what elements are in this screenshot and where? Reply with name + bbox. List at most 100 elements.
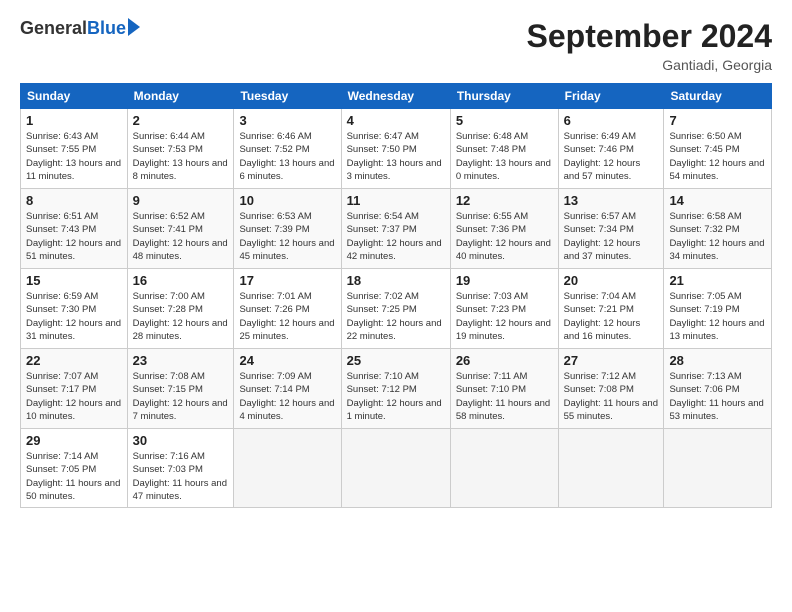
header: General Blue September 2024 Gantiadi, Ge… — [20, 18, 772, 73]
list-item: 8 Sunrise: 6:51 AM Sunset: 7:43 PM Dayli… — [21, 189, 128, 269]
sunset: Sunset: 7:15 PM — [133, 384, 203, 395]
sunrise: Sunrise: 6:51 AM — [26, 211, 98, 222]
day-info: Sunrise: 7:16 AM Sunset: 7:03 PM Dayligh… — [133, 450, 229, 503]
day-info: Sunrise: 6:51 AM Sunset: 7:43 PM Dayligh… — [26, 210, 122, 263]
sunrise: Sunrise: 7:11 AM — [456, 371, 528, 382]
list-item: 28 Sunrise: 7:13 AM Sunset: 7:06 PM Dayl… — [664, 349, 772, 429]
sunrise: Sunrise: 7:07 AM — [26, 371, 98, 382]
daylight: Daylight: 12 hours and 54 minutes. — [669, 158, 764, 182]
logo-arrow-icon — [128, 18, 140, 36]
list-item: 22 Sunrise: 7:07 AM Sunset: 7:17 PM Dayl… — [21, 349, 128, 429]
table-row: 29 Sunrise: 7:14 AM Sunset: 7:05 PM Dayl… — [21, 429, 772, 508]
calendar-table: Sunday Monday Tuesday Wednesday Thursday… — [20, 83, 772, 508]
day-number: 9 — [133, 193, 229, 208]
daylight: Daylight: 11 hours and 55 minutes. — [564, 398, 658, 422]
sunrise: Sunrise: 6:46 AM — [239, 131, 311, 142]
day-info: Sunrise: 7:03 AM Sunset: 7:23 PM Dayligh… — [456, 290, 553, 343]
sunrise: Sunrise: 7:02 AM — [347, 291, 419, 302]
col-friday: Friday — [558, 84, 664, 109]
day-info: Sunrise: 7:09 AM Sunset: 7:14 PM Dayligh… — [239, 370, 335, 423]
day-number: 29 — [26, 433, 122, 448]
col-saturday: Saturday — [664, 84, 772, 109]
logo: General Blue — [20, 18, 140, 39]
day-number: 8 — [26, 193, 122, 208]
list-item: 1 Sunrise: 6:43 AM Sunset: 7:55 PM Dayli… — [21, 109, 128, 189]
day-number: 25 — [347, 353, 445, 368]
sunset: Sunset: 7:28 PM — [133, 304, 203, 315]
day-info: Sunrise: 6:53 AM Sunset: 7:39 PM Dayligh… — [239, 210, 335, 263]
daylight: Daylight: 13 hours and 3 minutes. — [347, 158, 442, 182]
day-number: 2 — [133, 113, 229, 128]
sunset: Sunset: 7:12 PM — [347, 384, 417, 395]
sunset: Sunset: 7:26 PM — [239, 304, 309, 315]
daylight: Daylight: 12 hours and 10 minutes. — [26, 398, 121, 422]
daylight: Daylight: 11 hours and 50 minutes. — [26, 478, 120, 502]
sunrise: Sunrise: 7:14 AM — [26, 451, 98, 462]
day-info: Sunrise: 6:47 AM Sunset: 7:50 PM Dayligh… — [347, 130, 445, 183]
list-item: 21 Sunrise: 7:05 AM Sunset: 7:19 PM Dayl… — [664, 269, 772, 349]
sunrise: Sunrise: 7:00 AM — [133, 291, 205, 302]
day-info: Sunrise: 7:08 AM Sunset: 7:15 PM Dayligh… — [133, 370, 229, 423]
sunrise: Sunrise: 6:55 AM — [456, 211, 528, 222]
calendar-page: General Blue September 2024 Gantiadi, Ge… — [0, 0, 792, 612]
table-row: 22 Sunrise: 7:07 AM Sunset: 7:17 PM Dayl… — [21, 349, 772, 429]
list-item: 3 Sunrise: 6:46 AM Sunset: 7:52 PM Dayli… — [234, 109, 341, 189]
sunrise: Sunrise: 7:16 AM — [133, 451, 205, 462]
day-number: 23 — [133, 353, 229, 368]
sunset: Sunset: 7:21 PM — [564, 304, 634, 315]
day-number: 1 — [26, 113, 122, 128]
day-info: Sunrise: 6:50 AM Sunset: 7:45 PM Dayligh… — [669, 130, 766, 183]
list-item: 29 Sunrise: 7:14 AM Sunset: 7:05 PM Dayl… — [21, 429, 128, 508]
month-title: September 2024 — [527, 18, 772, 55]
day-info: Sunrise: 7:05 AM Sunset: 7:19 PM Dayligh… — [669, 290, 766, 343]
list-item: 20 Sunrise: 7:04 AM Sunset: 7:21 PM Dayl… — [558, 269, 664, 349]
daylight: Daylight: 12 hours and 4 minutes. — [239, 398, 334, 422]
day-info: Sunrise: 6:59 AM Sunset: 7:30 PM Dayligh… — [26, 290, 122, 343]
list-item: 24 Sunrise: 7:09 AM Sunset: 7:14 PM Dayl… — [234, 349, 341, 429]
sunrise: Sunrise: 7:08 AM — [133, 371, 205, 382]
day-info: Sunrise: 7:04 AM Sunset: 7:21 PM Dayligh… — [564, 290, 659, 343]
sunset: Sunset: 7:39 PM — [239, 224, 309, 235]
sunset: Sunset: 7:45 PM — [669, 144, 739, 155]
day-info: Sunrise: 6:43 AM Sunset: 7:55 PM Dayligh… — [26, 130, 122, 183]
list-item: 23 Sunrise: 7:08 AM Sunset: 7:15 PM Dayl… — [127, 349, 234, 429]
col-tuesday: Tuesday — [234, 84, 341, 109]
day-info: Sunrise: 6:58 AM Sunset: 7:32 PM Dayligh… — [669, 210, 766, 263]
day-number: 6 — [564, 113, 659, 128]
list-item: 11 Sunrise: 6:54 AM Sunset: 7:37 PM Dayl… — [341, 189, 450, 269]
list-item: 18 Sunrise: 7:02 AM Sunset: 7:25 PM Dayl… — [341, 269, 450, 349]
sunset: Sunset: 7:10 PM — [456, 384, 526, 395]
daylight: Daylight: 12 hours and 51 minutes. — [26, 238, 121, 262]
sunrise: Sunrise: 6:44 AM — [133, 131, 205, 142]
day-number: 17 — [239, 273, 335, 288]
daylight: Daylight: 12 hours and 16 minutes. — [564, 318, 641, 342]
daylight: Daylight: 12 hours and 37 minutes. — [564, 238, 641, 262]
sunset: Sunset: 7:46 PM — [564, 144, 634, 155]
day-number: 4 — [347, 113, 445, 128]
sunset: Sunset: 7:06 PM — [669, 384, 739, 395]
day-info: Sunrise: 6:44 AM Sunset: 7:53 PM Dayligh… — [133, 130, 229, 183]
daylight: Daylight: 13 hours and 0 minutes. — [456, 158, 551, 182]
sunrise: Sunrise: 6:52 AM — [133, 211, 205, 222]
table-row: 1 Sunrise: 6:43 AM Sunset: 7:55 PM Dayli… — [21, 109, 772, 189]
daylight: Daylight: 13 hours and 6 minutes. — [239, 158, 334, 182]
sunset: Sunset: 7:25 PM — [347, 304, 417, 315]
day-number: 14 — [669, 193, 766, 208]
daylight: Daylight: 12 hours and 31 minutes. — [26, 318, 121, 342]
title-section: September 2024 Gantiadi, Georgia — [527, 18, 772, 73]
day-info: Sunrise: 7:01 AM Sunset: 7:26 PM Dayligh… — [239, 290, 335, 343]
sunrise: Sunrise: 6:43 AM — [26, 131, 98, 142]
sunset: Sunset: 7:08 PM — [564, 384, 634, 395]
daylight: Daylight: 12 hours and 57 minutes. — [564, 158, 641, 182]
sunrise: Sunrise: 6:50 AM — [669, 131, 741, 142]
sunset: Sunset: 7:53 PM — [133, 144, 203, 155]
list-item — [341, 429, 450, 508]
sunset: Sunset: 7:36 PM — [456, 224, 526, 235]
day-info: Sunrise: 7:10 AM Sunset: 7:12 PM Dayligh… — [347, 370, 445, 423]
day-number: 18 — [347, 273, 445, 288]
list-item: 15 Sunrise: 6:59 AM Sunset: 7:30 PM Dayl… — [21, 269, 128, 349]
daylight: Daylight: 12 hours and 22 minutes. — [347, 318, 442, 342]
sunset: Sunset: 7:19 PM — [669, 304, 739, 315]
sunrise: Sunrise: 7:12 AM — [564, 371, 636, 382]
sunset: Sunset: 7:50 PM — [347, 144, 417, 155]
